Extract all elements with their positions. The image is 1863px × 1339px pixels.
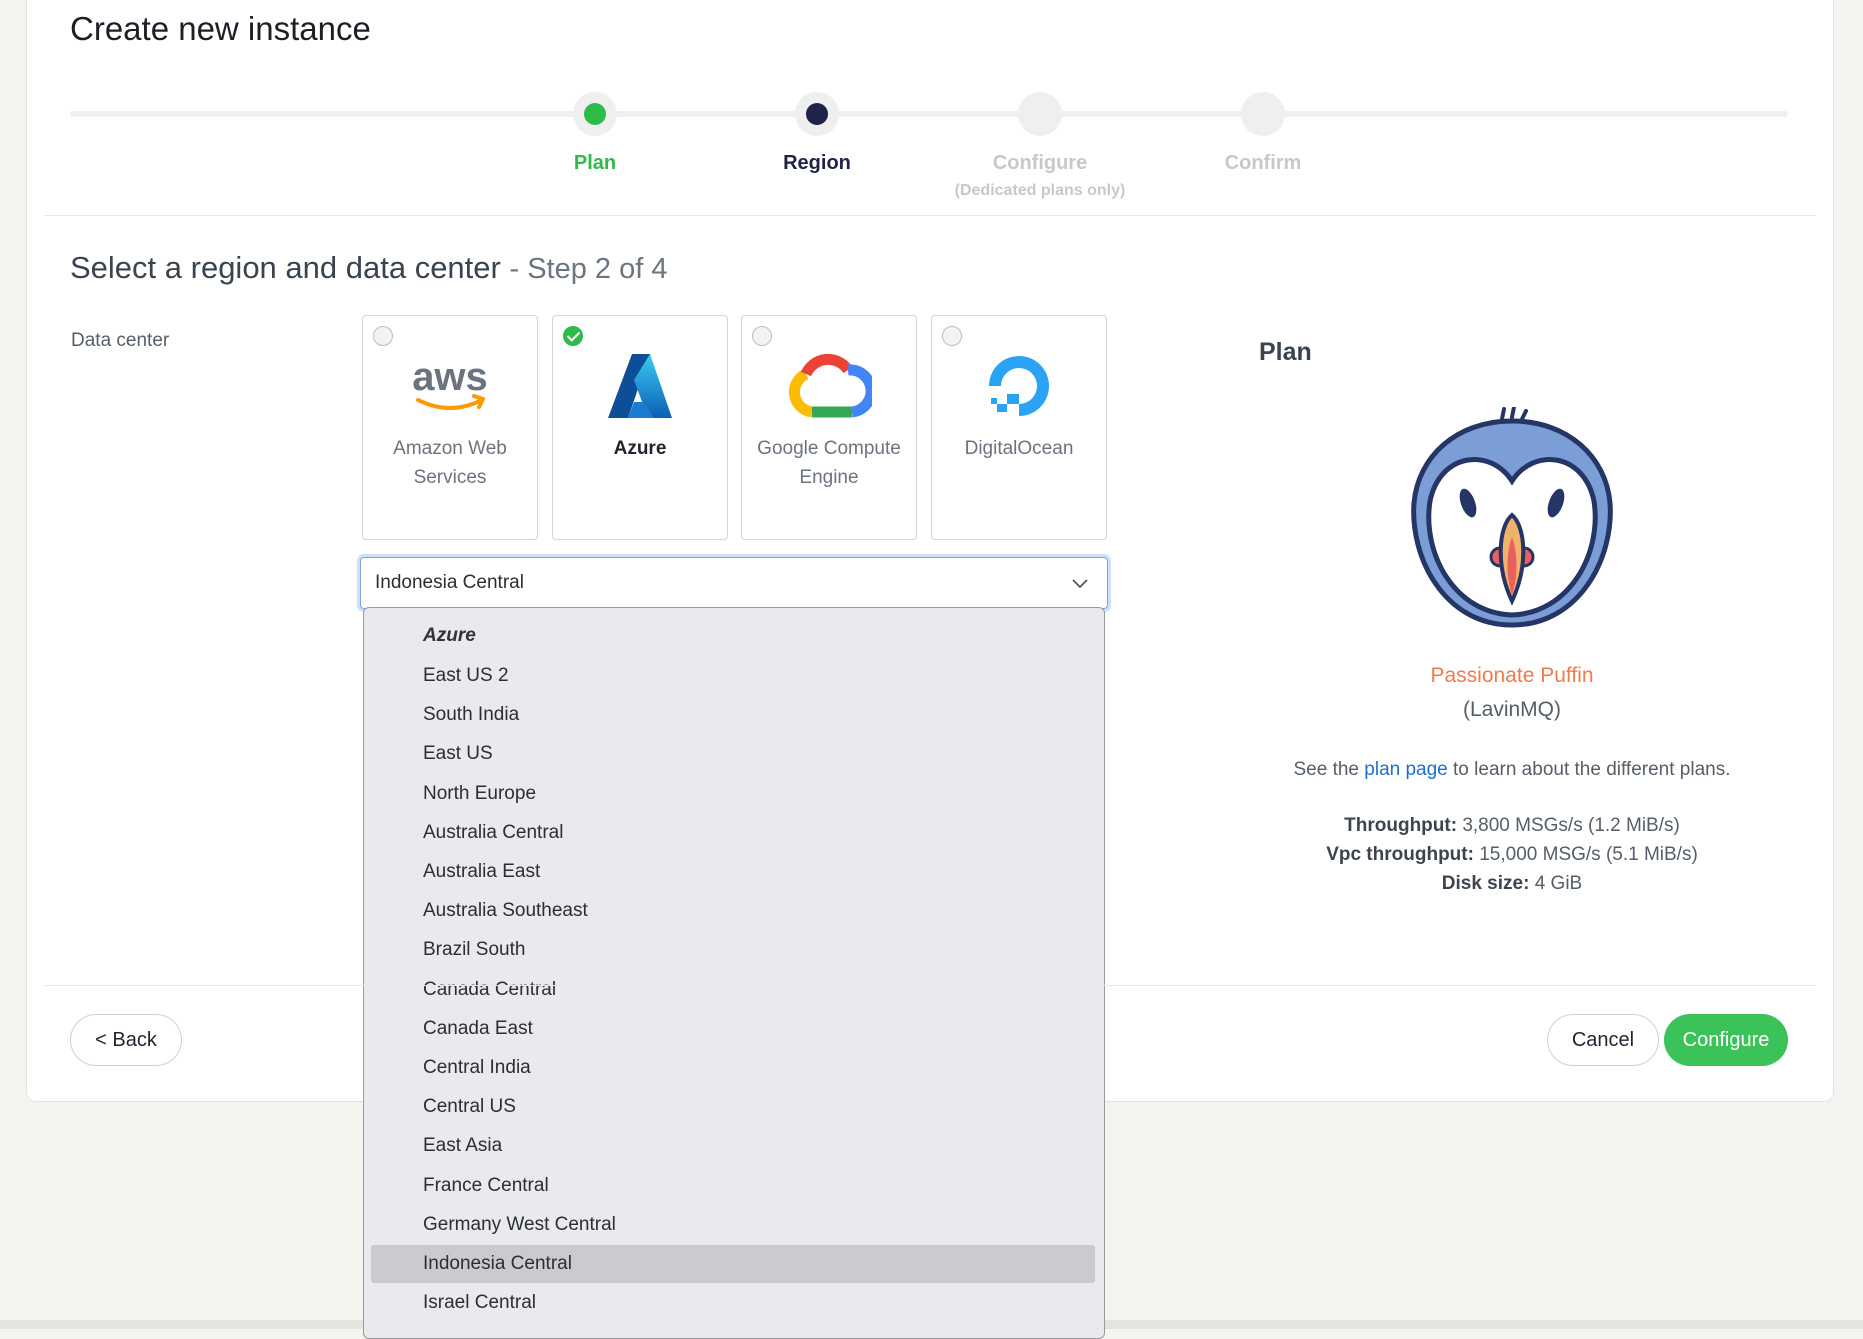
step-plan-label: Plan	[573, 152, 617, 174]
plan-heading: Plan	[1259, 338, 1312, 366]
region-option[interactable]: East US 2	[371, 657, 1095, 695]
region-option[interactable]: Canada Central	[371, 971, 1095, 1009]
configure-button[interactable]: Configure	[1664, 1014, 1788, 1066]
spec-disk-value: 4 GiB	[1534, 873, 1583, 894]
azure-logo-icon	[553, 341, 727, 431]
step-region-label: Region	[783, 152, 851, 174]
step-region-dot	[795, 92, 839, 136]
region-option[interactable]: Canada East	[371, 1010, 1095, 1048]
spec-disk-label: Disk size:	[1441, 873, 1530, 894]
plan-info-text: See the plan page to learn about the dif…	[1200, 759, 1824, 781]
plan-info-suffix: to learn about the different plans.	[1447, 759, 1731, 780]
plan-page-link[interactable]: plan page	[1364, 759, 1447, 780]
region-select-value: Indonesia Central	[375, 572, 524, 593]
plan-info-prefix: See the	[1293, 759, 1365, 780]
region-option[interactable]: Australia East	[371, 853, 1095, 891]
digitalocean-logo-icon	[932, 341, 1106, 431]
data-center-label: Data center	[71, 330, 170, 351]
step-configure-label: Configure	[992, 152, 1088, 174]
step-plan-dot	[573, 92, 617, 136]
spec-vpc-value: 15,000 MSG/s (5.1 MiB/s)	[1479, 844, 1698, 865]
region-option[interactable]: Australia Central	[371, 814, 1095, 852]
region-option[interactable]: East Asia	[371, 1127, 1095, 1165]
svg-text:aws: aws	[412, 355, 488, 399]
chevron-down-icon	[1071, 574, 1089, 597]
provider-card-azure[interactable]: Azure	[552, 315, 728, 540]
stepper-track	[70, 111, 1788, 117]
provider-card-aws[interactable]: aws Amazon Web Services	[362, 315, 538, 540]
region-option[interactable]: North Europe	[371, 775, 1095, 813]
region-option[interactable]: Indonesia Central	[371, 1245, 1095, 1283]
region-option[interactable]: Australia Southeast	[371, 892, 1095, 930]
spec-disk-size: Disk size: 4 GiB	[1200, 873, 1824, 895]
aws-logo-icon: aws	[363, 341, 537, 431]
spec-throughput-label: Throughput:	[1344, 815, 1458, 836]
step-confirm-label: Confirm	[1224, 152, 1302, 174]
spec-vpc-label: Vpc throughput:	[1326, 844, 1474, 865]
cancel-button[interactable]: Cancel	[1547, 1014, 1659, 1066]
region-group-label: Azure	[423, 625, 476, 646]
footer-divider	[44, 985, 1816, 986]
spec-vpc-throughput: Vpc throughput: 15,000 MSG/s (5.1 MiB/s)	[1200, 844, 1824, 866]
back-button[interactable]: < Back	[70, 1014, 182, 1066]
spec-throughput: Throughput: 3,800 MSGs/s (1.2 MiB/s)	[1200, 815, 1824, 837]
step-configure-sublabel: (Dedicated plans only)	[954, 182, 1126, 199]
spec-throughput-value: 3,800 MSGs/s (1.2 MiB/s)	[1462, 815, 1680, 836]
region-dropdown-list[interactable]: Azure East US 2 South India East US North E…	[363, 607, 1105, 1339]
region-option[interactable]: East US	[371, 735, 1095, 773]
google-cloud-logo-icon	[742, 341, 916, 431]
plan-product: (LavinMQ)	[1462, 698, 1562, 721]
step-configure-dot	[1018, 92, 1062, 136]
provider-name-digitalocean: DigitalOcean	[964, 438, 1074, 459]
region-option[interactable]: Germany West Central	[371, 1206, 1095, 1244]
provider-card-gce[interactable]: Google Compute Engine	[741, 315, 917, 540]
section-title: Select a region and data center - Step 2…	[70, 250, 667, 286]
provider-card-digitalocean[interactable]: DigitalOcean	[931, 315, 1107, 540]
section-step-indicator: - Step 2 of 4	[509, 253, 668, 285]
region-option[interactable]: Brazil South	[371, 931, 1095, 969]
region-option[interactable]: Israel Central	[371, 1284, 1095, 1322]
region-option[interactable]: France Central	[371, 1167, 1095, 1205]
provider-name-aws: Amazon Web Services	[393, 438, 507, 488]
provider-name-gce: Google Compute Engine	[757, 438, 901, 488]
page-title: Create new instance	[70, 10, 371, 47]
step-confirm-dot	[1241, 92, 1285, 136]
region-select[interactable]: Indonesia Central	[360, 557, 1108, 609]
region-option[interactable]: Central India	[371, 1049, 1095, 1087]
region-option[interactable]: Central US	[371, 1088, 1095, 1126]
puffin-mascot-icon	[1404, 405, 1620, 636]
provider-name-azure: Azure	[613, 438, 667, 459]
region-option[interactable]: South India	[371, 696, 1095, 734]
section-title-text: Select a region and data center	[70, 250, 501, 285]
header-divider	[44, 215, 1816, 216]
plan-name: Passionate Puffin	[1430, 664, 1594, 687]
